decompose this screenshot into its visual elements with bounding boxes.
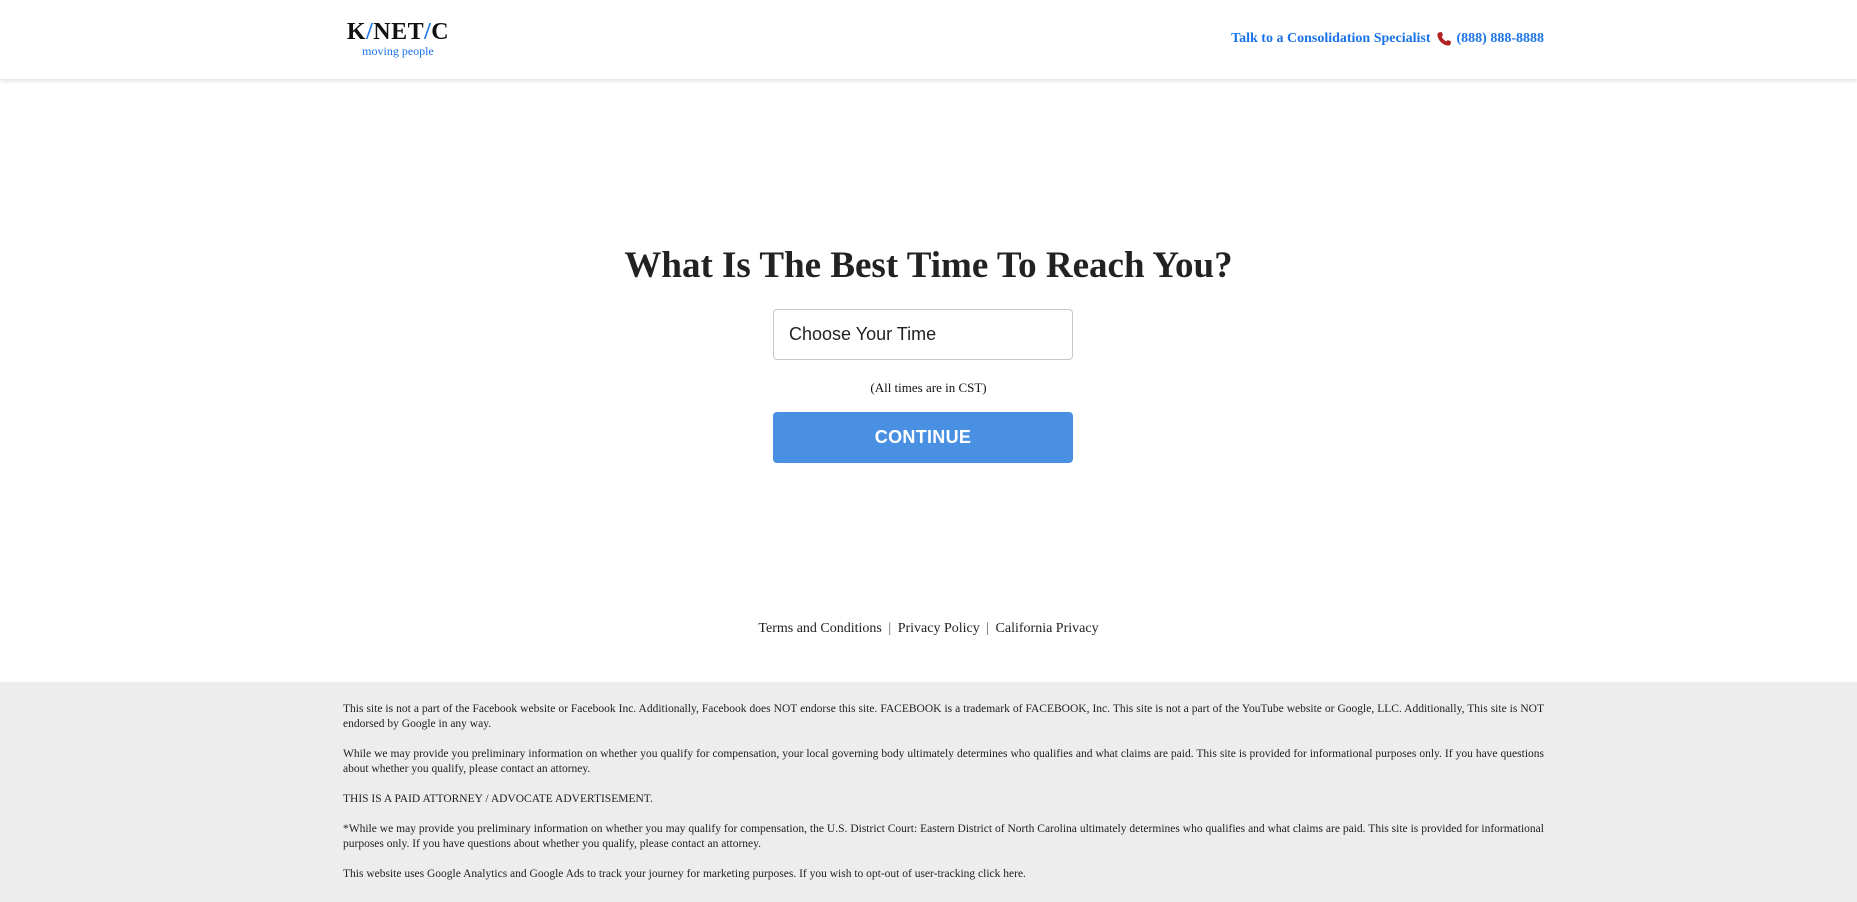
contact-text-link[interactable]: Talk to a Consolidation Specialist <box>1231 30 1430 48</box>
main-content: What Is The Best Time To Reach You? Choo… <box>0 79 1857 682</box>
disclaimer-district-court: *While we may provide you preliminary in… <box>343 823 1544 850</box>
footer-links: Terms and Conditions | Privacy Policy | … <box>0 620 1857 638</box>
time-select-dropdown[interactable]: Choose Your Time <box>773 309 1073 360</box>
disclaimer-compensation: While we may provide you preliminary inf… <box>343 748 1544 775</box>
opt-out-link[interactable]: click here. <box>978 868 1026 880</box>
disclaimer-section: This site is not a part of the Facebook … <box>0 682 1857 902</box>
disclaimer-analytics: This website uses Google Analytics and G… <box>343 867 1544 882</box>
logo-tagline: moving people <box>362 44 434 58</box>
analytics-text: This website uses Google Analytics and G… <box>343 868 979 880</box>
privacy-link[interactable]: Privacy Policy <box>898 621 980 636</box>
time-select-value: Choose Your Time <box>789 324 937 344</box>
logo-wordmark: K/NET/C <box>346 19 450 45</box>
logo[interactable]: K/NET/C moving people <box>343 19 453 57</box>
contact-cta[interactable]: Talk to a Consolidation Specialist (888)… <box>1231 30 1544 48</box>
disclaimer-facebook: This site is not a part of the Facebook … <box>343 703 1544 730</box>
disclaimer-text: This site is not a part of the Facebook … <box>343 702 1544 897</box>
page-title: What Is The Best Time To Reach You? <box>624 245 1233 286</box>
phone-icon <box>1436 31 1452 47</box>
continue-button[interactable]: CONTINUE <box>773 412 1073 463</box>
phone-number-link[interactable]: (888) 888-8888 <box>1457 30 1545 48</box>
disclaimer-paid-ad: THIS IS A PAID ATTORNEY / ADVOCATE ADVER… <box>343 793 653 805</box>
california-privacy-link[interactable]: California Privacy <box>996 621 1099 636</box>
terms-link[interactable]: Terms and Conditions <box>758 621 881 636</box>
site-header: K/NET/C moving people Talk to a Consolid… <box>0 0 1857 79</box>
page: K/NET/C moving people Talk to a Consolid… <box>0 0 1857 902</box>
link-separator: | <box>888 621 892 636</box>
timezone-note: (All times are in CST) <box>870 380 987 395</box>
link-separator: | <box>986 621 990 636</box>
